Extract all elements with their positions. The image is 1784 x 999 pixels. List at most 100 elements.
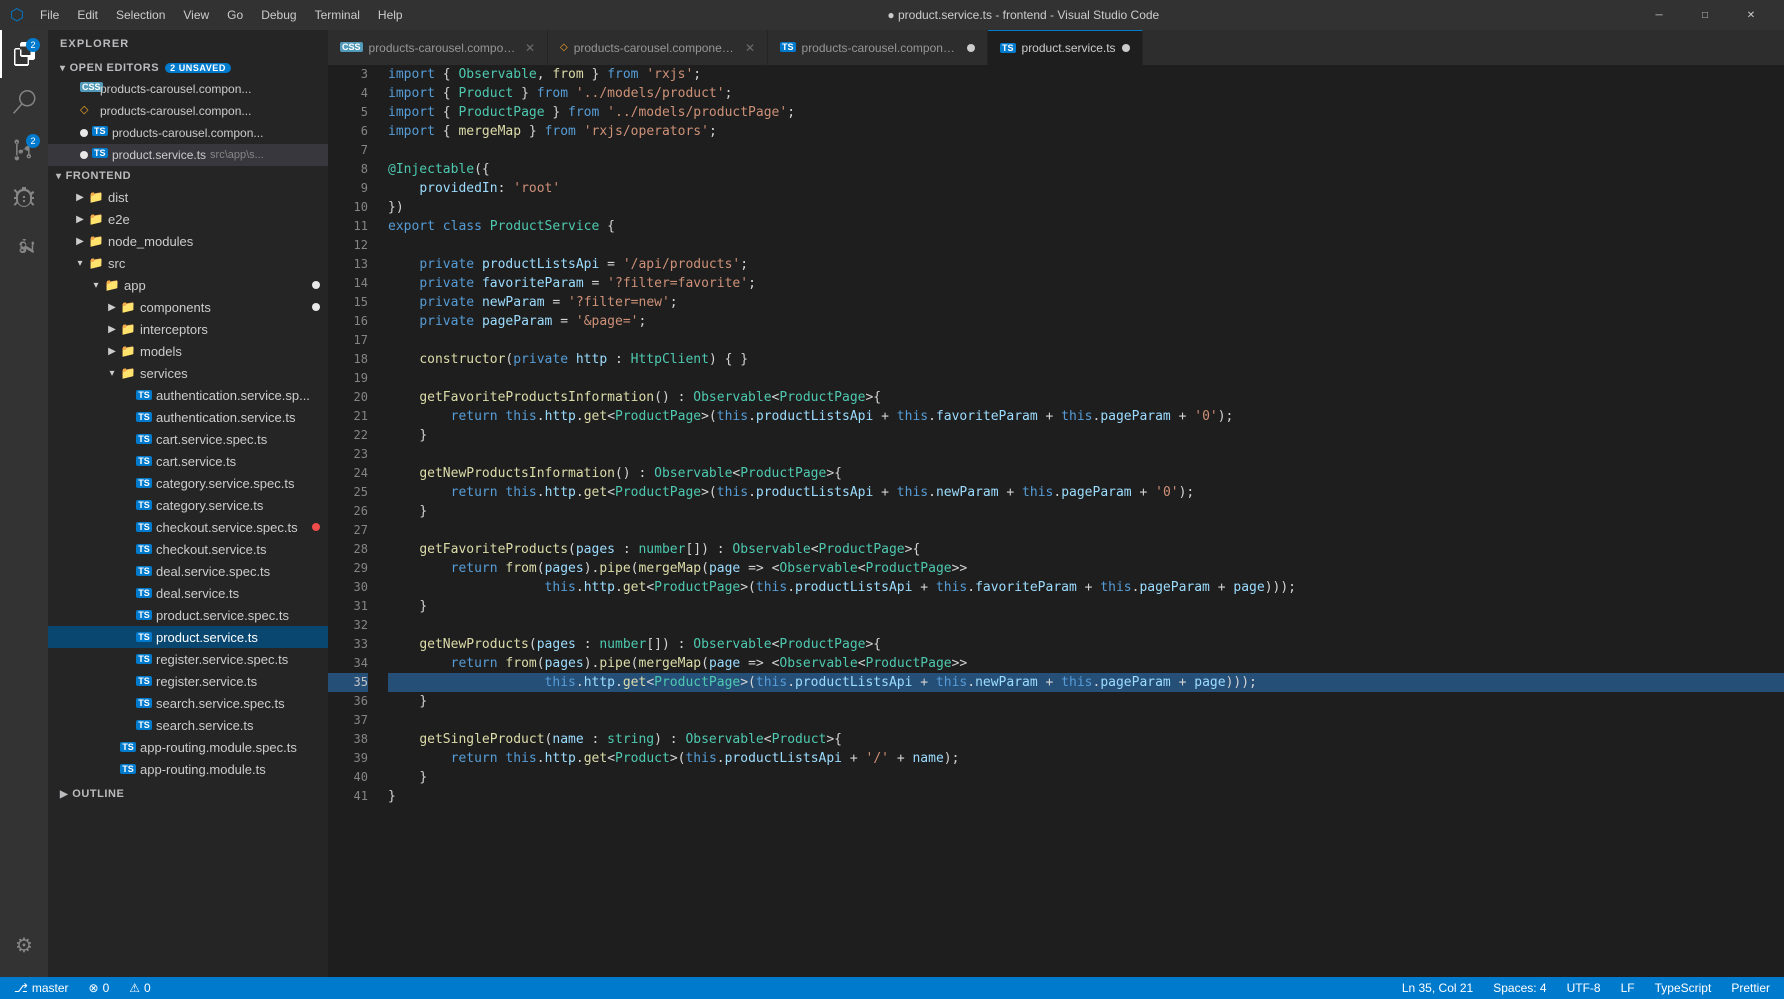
tree-interceptors[interactable]: ▶ 📁 interceptors <box>48 318 328 340</box>
code-line-30: this.http.get<ProductPage>(this.productL… <box>388 578 1784 597</box>
menu-terminal[interactable]: Terminal <box>307 6 368 24</box>
menu-help[interactable]: Help <box>370 6 411 24</box>
outline-header[interactable]: ▶ OUTLINE <box>48 784 328 804</box>
tree-product[interactable]: ▶ TS product.service.ts <box>48 626 328 648</box>
tab-css-close[interactable]: ✕ <box>525 41 535 55</box>
tree-search[interactable]: ▶ TS search.service.ts <box>48 714 328 736</box>
code-content[interactable]: import { Observable, from } from 'rxjs';… <box>378 65 1784 977</box>
tree-cart-spec[interactable]: ▶ TS cart.service.spec.ts <box>48 428 328 450</box>
code-line-34: return from(pages).pipe(mergeMap(page =>… <box>388 654 1784 673</box>
auth-spec-label: authentication.service.sp... <box>156 388 320 403</box>
tree-node-modules[interactable]: ▶ 📁 node_modules <box>48 230 328 252</box>
code-line-7 <box>388 141 1784 160</box>
open-editors-header[interactable]: ▾ OPEN EDITORS 2 UNSAVED <box>48 58 328 78</box>
tree-services[interactable]: ▾ 📁 services <box>48 362 328 384</box>
tree-auth[interactable]: ▶ TS authentication.service.ts <box>48 406 328 428</box>
ln-33: 33 <box>328 635 368 654</box>
tab-css[interactable]: CSS products-carousel.component.css ✕ <box>328 30 548 65</box>
frontend-root[interactable]: ▾ FRONTEND <box>48 166 328 186</box>
status-position[interactable]: Ln 35, Col 21 <box>1398 981 1477 995</box>
ln-40: 40 <box>328 768 368 787</box>
tree-register-spec[interactable]: ▶ TS register.service.spec.ts <box>48 648 328 670</box>
close-button[interactable]: ✕ <box>1728 0 1774 30</box>
open-editor-html[interactable]: ◇ products-carousel.compon... <box>48 100 328 122</box>
activity-search[interactable] <box>0 78 48 126</box>
menu-debug[interactable]: Debug <box>253 6 304 24</box>
activity-settings[interactable]: ⚙ <box>0 921 48 969</box>
tab-html[interactable]: ◇ products-carousel.component.html ✕ <box>548 30 768 65</box>
tab-product-service[interactable]: TS product.service.ts <box>988 30 1143 65</box>
status-warnings[interactable]: ⚠ 0 <box>125 981 154 995</box>
activity-explorer[interactable]: 2 <box>0 30 48 78</box>
status-spaces[interactable]: Spaces: 4 <box>1489 981 1550 995</box>
status-errors[interactable]: ⊗ 0 <box>85 981 114 995</box>
tree-product-spec[interactable]: ▶ TS product.service.spec.ts <box>48 604 328 626</box>
minimize-button[interactable]: ─ <box>1636 0 1682 30</box>
activity-debug[interactable] <box>0 174 48 222</box>
e2e-label: e2e <box>108 212 320 227</box>
tree-category[interactable]: ▶ TS category.service.ts <box>48 494 328 516</box>
code-line-16: private pageParam = '&page='; <box>388 312 1784 331</box>
tab-html-close[interactable]: ✕ <box>745 41 755 55</box>
deal-spec-label: deal.service.spec.ts <box>156 564 320 579</box>
menu-edit[interactable]: Edit <box>69 6 106 24</box>
components-dirty-indicator <box>312 303 320 311</box>
tree-app-routing[interactable]: ▶ TS app-routing.module.ts <box>48 758 328 780</box>
menu-go[interactable]: Go <box>219 6 251 24</box>
ln-22: 22 <box>328 426 368 445</box>
node-modules-folder-icon: 📁 <box>88 233 104 249</box>
tree-deal[interactable]: ▶ TS deal.service.ts <box>48 582 328 604</box>
menu-file[interactable]: File <box>32 6 67 24</box>
auth-label: authentication.service.ts <box>156 410 320 425</box>
status-encoding[interactable]: UTF-8 <box>1563 981 1605 995</box>
deal-spec-icon: TS <box>136 563 152 579</box>
menu-selection[interactable]: Selection <box>108 6 173 24</box>
maximize-button[interactable]: □ <box>1682 0 1728 30</box>
product-spec-label: product.service.spec.ts <box>156 608 320 623</box>
frontend-chevron: ▾ <box>56 171 62 182</box>
ln-38: 38 <box>328 730 368 749</box>
code-editor: 3 4 5 6 7 8 9 10 11 12 13 14 15 16 17 18… <box>328 65 1784 977</box>
status-bar: ⎇ master ⊗ 0 ⚠ 0 Ln 35, Col 21 Spaces: 4… <box>0 977 1784 999</box>
open-editor-css[interactable]: CSS products-carousel.compon... <box>48 78 328 100</box>
window-controls[interactable]: ─ □ ✕ <box>1636 0 1774 30</box>
tree-app-routing-spec[interactable]: ▶ TS app-routing.module.spec.ts <box>48 736 328 758</box>
tree-e2e[interactable]: ▶ 📁 e2e <box>48 208 328 230</box>
tree-cart[interactable]: ▶ TS cart.service.ts <box>48 450 328 472</box>
activity-extensions[interactable] <box>0 222 48 270</box>
ln-20: 20 <box>328 388 368 407</box>
status-formatter[interactable]: Prettier <box>1727 981 1774 995</box>
ln-41: 41 <box>328 787 368 806</box>
status-branch[interactable]: ⎇ master <box>10 981 73 995</box>
product-spec-icon: TS <box>136 607 152 623</box>
code-line-13: private productListsApi = '/api/products… <box>388 255 1784 274</box>
tree-components[interactable]: ▶ 📁 components <box>48 296 328 318</box>
tree-app[interactable]: ▾ 📁 app <box>48 274 328 296</box>
open-editor-ts-2[interactable]: TS product.service.ts src\app\s... <box>48 144 328 166</box>
ln-25: 25 <box>328 483 368 502</box>
code-line-35[interactable]: this.http.get<ProductPage>(this.productL… <box>388 673 1784 692</box>
code-line-14: private favoriteParam = '?filter=favorit… <box>388 274 1784 293</box>
tree-checkout[interactable]: ▶ TS checkout.service.ts <box>48 538 328 560</box>
tree-models[interactable]: ▶ 📁 models <box>48 340 328 362</box>
checkout-error-dot <box>312 523 320 531</box>
code-line-5: import { ProductPage } from '../models/p… <box>388 103 1784 122</box>
tree-register[interactable]: ▶ TS register.service.ts <box>48 670 328 692</box>
menu-view[interactable]: View <box>175 6 217 24</box>
tree-auth-spec[interactable]: ▶ TS authentication.service.sp... <box>48 384 328 406</box>
status-language[interactable]: TypeScript <box>1651 981 1716 995</box>
models-chevron: ▶ <box>104 343 120 359</box>
window-title: ● product.service.ts - frontend - Visual… <box>419 8 1628 22</box>
tab-ts-1[interactable]: TS products-carousel.component.ts <box>768 30 988 65</box>
tree-src[interactable]: ▾ 📁 src <box>48 252 328 274</box>
menu-bar[interactable]: File Edit Selection View Go Debug Termin… <box>32 6 411 24</box>
tree-checkout-spec[interactable]: ▶ TS checkout.service.spec.ts <box>48 516 328 538</box>
activity-source-control[interactable]: 2 <box>0 126 48 174</box>
tree-dist[interactable]: ▶ 📁 dist <box>48 186 328 208</box>
tree-search-spec[interactable]: ▶ TS search.service.spec.ts <box>48 692 328 714</box>
node-modules-label: node_modules <box>108 234 320 249</box>
tree-deal-spec[interactable]: ▶ TS deal.service.spec.ts <box>48 560 328 582</box>
status-eol[interactable]: LF <box>1617 981 1639 995</box>
tree-category-spec[interactable]: ▶ TS category.service.spec.ts <box>48 472 328 494</box>
open-editor-ts-1[interactable]: TS products-carousel.compon... <box>48 122 328 144</box>
